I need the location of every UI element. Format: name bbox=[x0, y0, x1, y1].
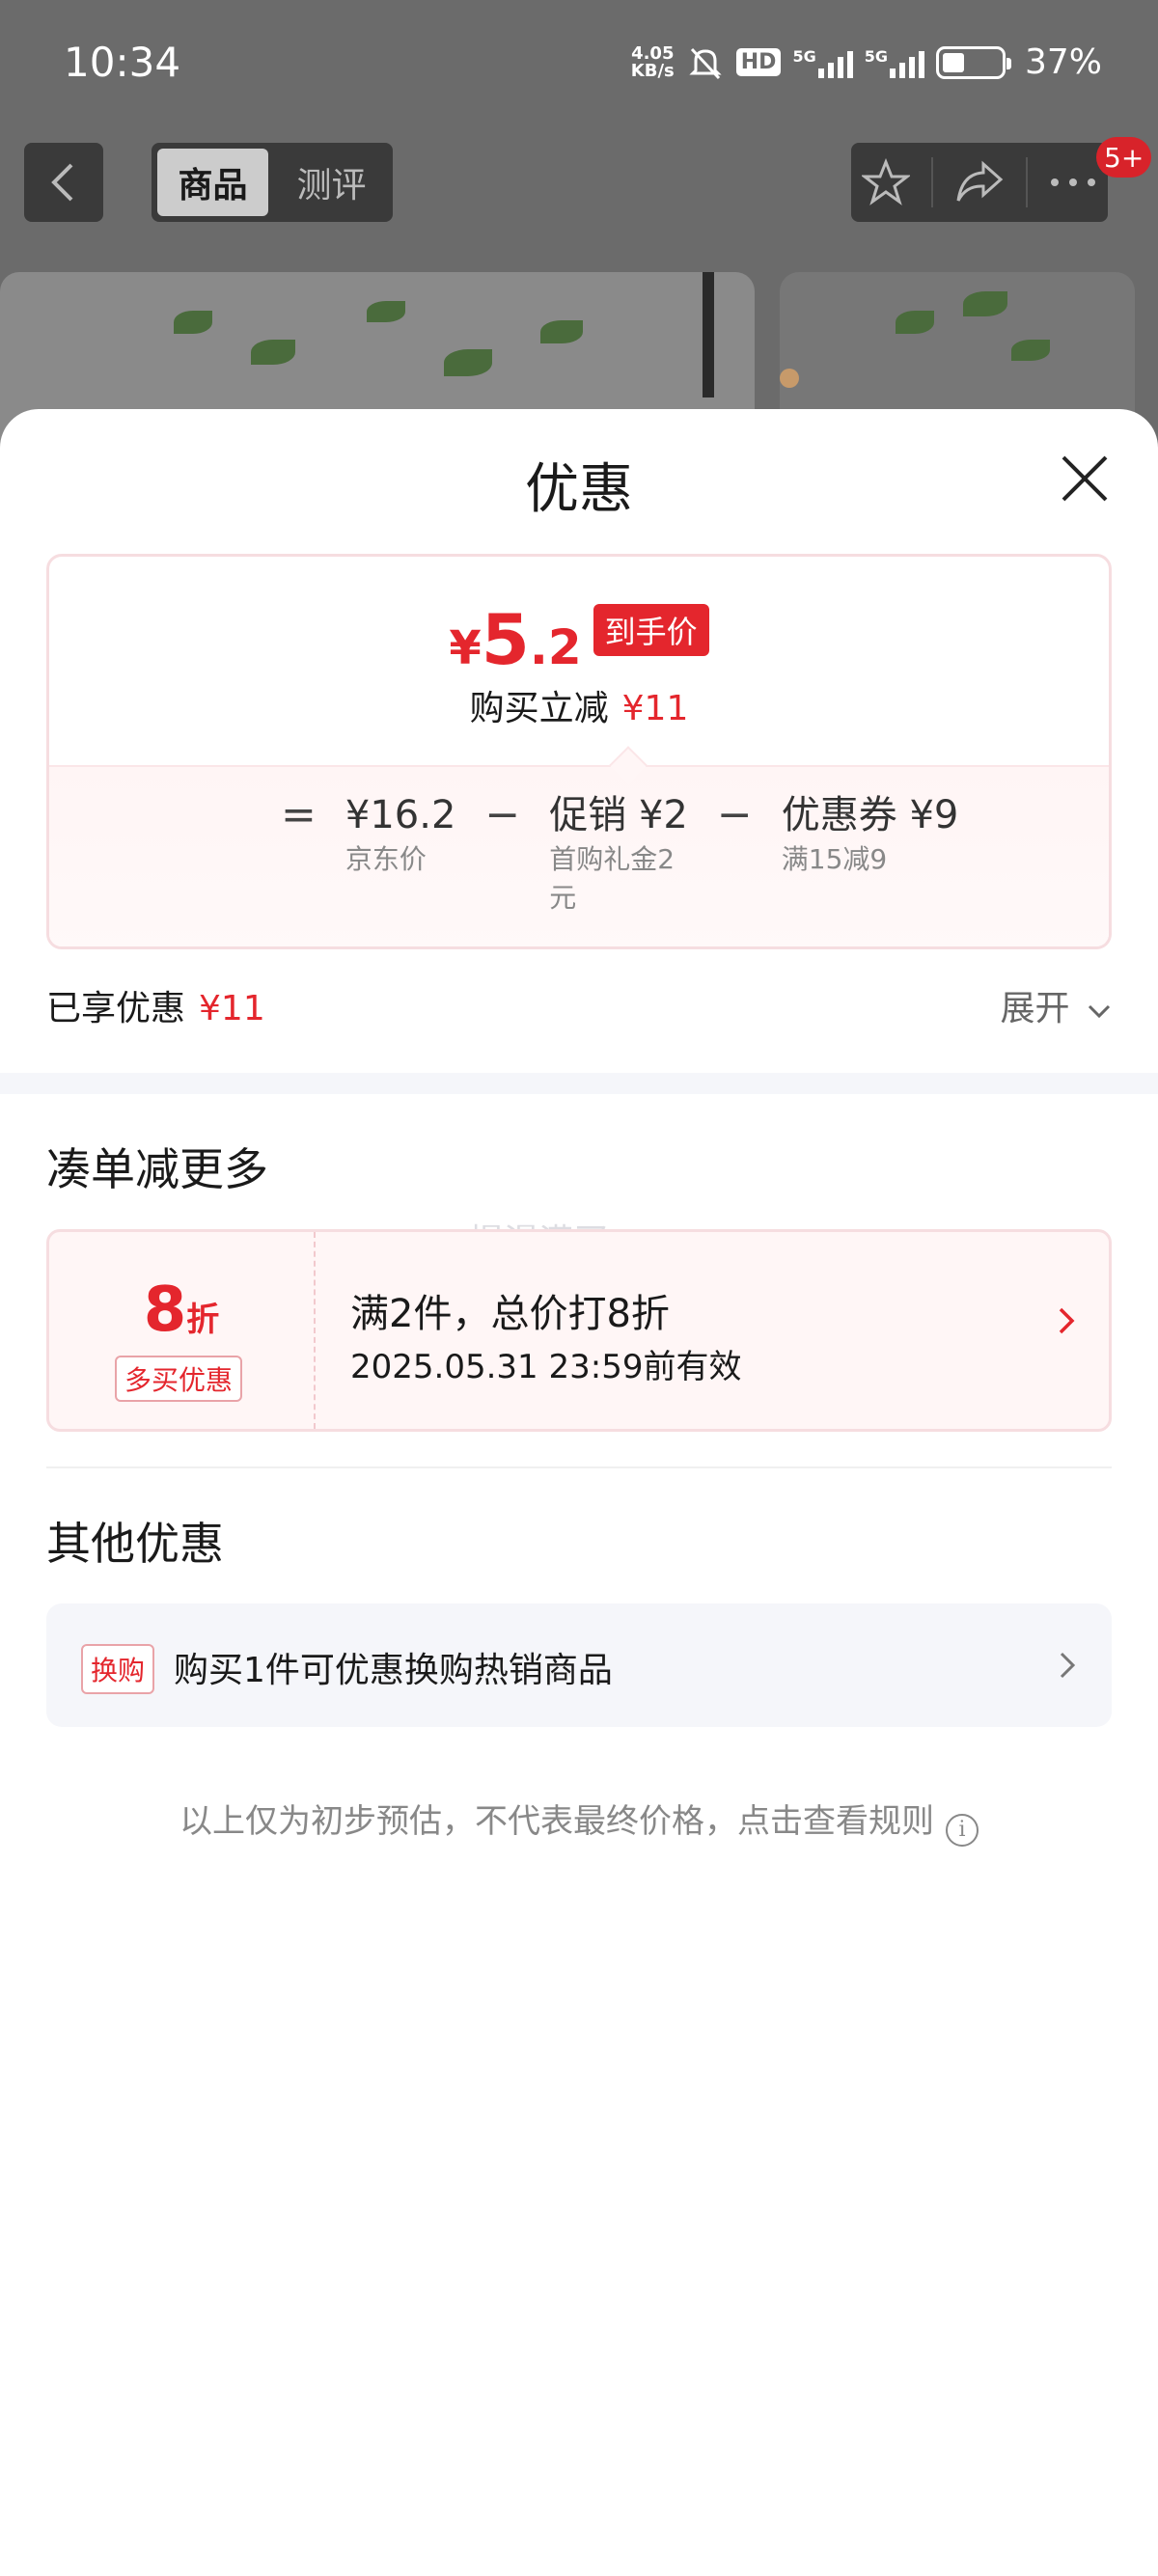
status-time: 10:34 bbox=[64, 39, 181, 86]
net-speed: 4.05 KB/s bbox=[630, 42, 675, 81]
price-summary: ¥5.2 到手价 购买立减 ¥11 bbox=[49, 557, 1109, 765]
top-actions bbox=[851, 143, 1108, 222]
top-nav: 商品 测评 5+ bbox=[0, 137, 1158, 224]
trade-in-offer[interactable]: 换购 购买1件可优惠换购热销商品 bbox=[46, 1603, 1112, 1727]
multi-buy-coupon[interactable]: 8折 多买优惠 满2件，总价打8折 2025.05.31 23:59前有效 bbox=[46, 1229, 1112, 1432]
coupon-tag: 多买优惠 bbox=[115, 1356, 243, 1402]
coupon-discount-block: 8折 多买优惠 bbox=[49, 1232, 316, 1429]
hd-icon: HD bbox=[735, 48, 782, 76]
price-formula: = ¥16.2 京东价 − 促销 ¥2 首购礼金2元 − 优惠券 ¥9 满15减… bbox=[281, 790, 958, 918]
final-price: ¥5.2 到手价 bbox=[49, 599, 1109, 680]
status-icons: 4.05 KB/s HD 5G 5G 37% bbox=[631, 42, 1102, 82]
bell-muted-icon bbox=[689, 47, 722, 79]
chevron-right-icon bbox=[1060, 1652, 1076, 1679]
chevron-down-icon bbox=[1088, 1004, 1111, 1019]
other-section-title: 其他优惠 bbox=[46, 1518, 224, 1570]
base-price: ¥16.2 京东价 bbox=[345, 793, 456, 875]
battery-icon bbox=[935, 45, 1011, 79]
section-divider bbox=[0, 1073, 1158, 1094]
share-icon[interactable] bbox=[954, 160, 1005, 205]
chevron-right-icon bbox=[1059, 1307, 1075, 1334]
enjoyed-discount-row: 已享优惠 ¥11 展开 bbox=[46, 980, 1112, 1038]
tab-product[interactable]: 商品 bbox=[157, 149, 268, 216]
info-icon[interactable]: i bbox=[946, 1813, 979, 1847]
instant-discount: 购买立减 ¥11 bbox=[469, 689, 689, 728]
back-button[interactable] bbox=[24, 143, 103, 222]
tab-switcher: 商品 测评 bbox=[152, 143, 393, 222]
final-price-tag: 到手价 bbox=[593, 604, 709, 656]
chevron-left-icon bbox=[51, 163, 73, 202]
signal-2-icon: 5G bbox=[865, 47, 924, 78]
trade-in-tag: 换购 bbox=[81, 1644, 155, 1694]
more-icon[interactable] bbox=[1049, 177, 1097, 188]
sheet-title: 优惠 bbox=[525, 458, 633, 521]
coupon-title: 满2件，总价打8折 bbox=[350, 1292, 670, 1336]
tab-review[interactable]: 测评 bbox=[276, 149, 387, 216]
message-badge: 5+ bbox=[1096, 137, 1152, 178]
battery-percent: 37% bbox=[1024, 42, 1102, 82]
discount-sheet: 优惠 ¥5.2到手价 购买立减¥11 = ¥16.2 京东价 − 促销 ¥2 bbox=[0, 409, 1158, 2576]
star-icon[interactable] bbox=[862, 158, 910, 206]
action-divider bbox=[1026, 157, 1028, 207]
promo-discount: 促销 ¥2 首购礼金2元 bbox=[549, 793, 688, 914]
divider bbox=[46, 1466, 1112, 1468]
more-section-title: 凑单减更多 bbox=[46, 1143, 268, 1195]
coupon-discount: 优惠券 ¥9 满15减9 bbox=[781, 793, 959, 875]
coupon-discount-value: 8折 bbox=[143, 1274, 220, 1346]
price-breakdown: = ¥16.2 京东价 − 促销 ¥2 首购礼金2元 − 优惠券 ¥9 满15减… bbox=[49, 765, 1109, 946]
close-icon[interactable] bbox=[1058, 452, 1112, 506]
status-bar: 10:34 4.05 KB/s HD 5G 5G 37% bbox=[0, 0, 1158, 130]
signal-1-icon: 5G bbox=[792, 47, 853, 78]
rules-footnote[interactable]: 以上仅为初步预估，不代表最终价格，点击查看规则 i bbox=[0, 1795, 1158, 1847]
action-divider bbox=[931, 157, 933, 207]
expand-button[interactable]: 展开 bbox=[1001, 980, 1112, 1030]
price-card: ¥5.2 到手价 购买立减 ¥11 = ¥16.2 京东价 − 促销 ¥2 首购礼金… bbox=[46, 554, 1112, 949]
coupon-valid-until: 2025.05.31 23:59前有效 bbox=[350, 1348, 742, 1386]
trade-in-text: 购买1件可优惠换购热销商品 bbox=[174, 1651, 613, 1690]
